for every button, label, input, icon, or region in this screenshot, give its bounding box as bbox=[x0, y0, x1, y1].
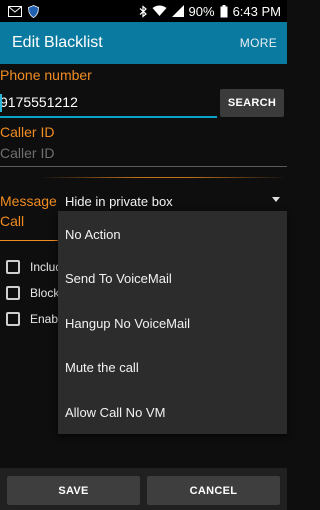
spinner-underline bbox=[0, 240, 60, 241]
phone-number-label: Phone number bbox=[0, 67, 92, 83]
clock: 6:43 PM bbox=[232, 3, 281, 19]
cancel-button[interactable]: CANCEL bbox=[147, 476, 280, 505]
phone-number-input[interactable]: 9175551212 bbox=[0, 92, 217, 118]
option-no-action[interactable]: No Action bbox=[58, 212, 287, 256]
message-action-dropdown: No Action Send To VoiceMail Hangup No Vo… bbox=[58, 211, 287, 434]
page-title: Edit Blacklist bbox=[12, 34, 103, 51]
call-label: Call bbox=[0, 213, 25, 229]
battery-icon bbox=[220, 4, 228, 18]
caller-id-label: Caller ID bbox=[0, 124, 55, 140]
divider bbox=[40, 177, 287, 178]
block-checkbox[interactable] bbox=[6, 286, 20, 300]
save-button[interactable]: SAVE bbox=[7, 476, 140, 505]
text-cursor bbox=[0, 94, 2, 112]
signal-icon bbox=[171, 5, 184, 17]
mail-icon bbox=[8, 5, 22, 17]
shield-icon bbox=[28, 4, 39, 18]
bluetooth-icon bbox=[139, 4, 147, 18]
include-checkbox[interactable] bbox=[6, 260, 20, 274]
option-hangup-no-voicemail[interactable]: Hangup No VoiceMail bbox=[58, 301, 287, 345]
search-button[interactable]: SEARCH bbox=[220, 89, 284, 117]
wifi-icon bbox=[152, 5, 167, 17]
bottom-bar: SAVE CANCEL bbox=[0, 468, 287, 510]
option-send-to-voicemail[interactable]: Send To VoiceMail bbox=[58, 256, 287, 300]
message-action-spinner[interactable]: Hide in private box bbox=[65, 194, 173, 209]
dropdown-arrow-icon[interactable] bbox=[272, 197, 280, 202]
battery-percent: 90% bbox=[188, 3, 215, 19]
more-button[interactable]: MORE bbox=[240, 36, 277, 50]
message-label: Message bbox=[0, 193, 57, 209]
caller-id-input[interactable]: Caller ID bbox=[0, 145, 287, 167]
enable-checkbox[interactable] bbox=[6, 312, 20, 326]
app-bar: Edit Blacklist MORE bbox=[0, 22, 287, 64]
option-allow-call-no-vm[interactable]: Allow Call No VM bbox=[58, 390, 287, 434]
status-bar: 90% 6:43 PM bbox=[0, 0, 287, 22]
option-mute-the-call[interactable]: Mute the call bbox=[58, 345, 287, 389]
